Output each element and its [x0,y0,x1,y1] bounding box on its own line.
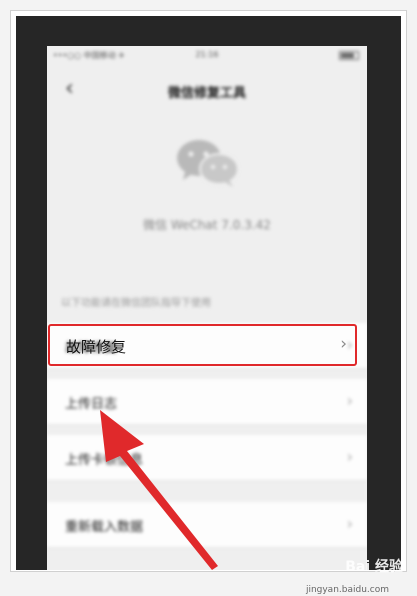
baidu-watermark-logo: Bai 经验 [345,559,403,575]
watermark-url: jingyan.baidu.com [305,585,389,595]
red-arrow-icon [100,410,218,570]
